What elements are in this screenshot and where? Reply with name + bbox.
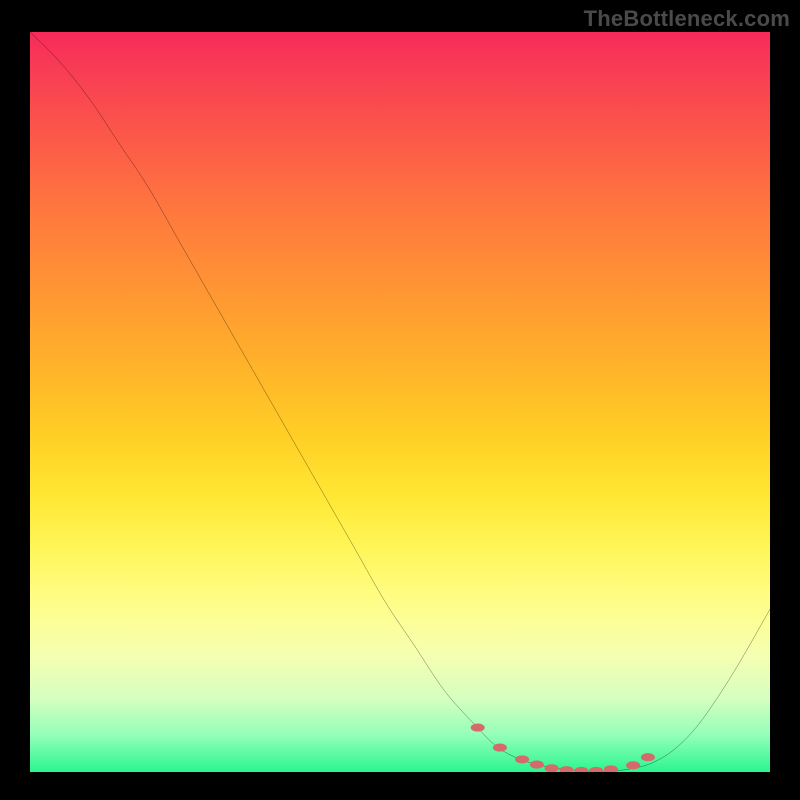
- marker-dot: [493, 744, 507, 752]
- plot-area: [30, 32, 770, 772]
- watermark-text: TheBottleneck.com: [584, 6, 790, 32]
- marker-dot: [559, 766, 573, 772]
- chart-stage: TheBottleneck.com: [0, 0, 800, 800]
- marker-dot: [641, 753, 655, 761]
- bottleneck-curve: [30, 32, 770, 771]
- marker-dot: [589, 767, 603, 772]
- highlight-markers: [471, 724, 655, 772]
- marker-dot: [626, 761, 640, 769]
- marker-dot: [545, 764, 559, 772]
- marker-dot: [574, 767, 588, 772]
- marker-dot: [471, 724, 485, 732]
- marker-dot: [530, 761, 544, 769]
- curve-layer: [30, 32, 770, 772]
- marker-dot: [515, 755, 529, 763]
- marker-dot: [604, 765, 618, 772]
